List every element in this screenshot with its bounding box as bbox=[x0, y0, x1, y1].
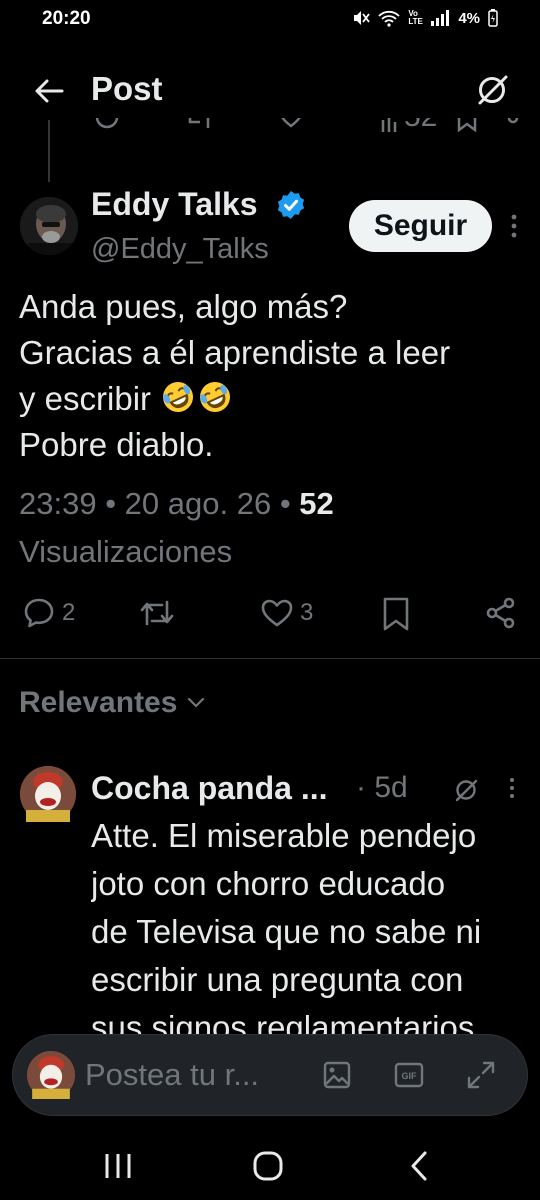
user-avatar[interactable] bbox=[27, 1051, 75, 1099]
share-icon bbox=[486, 597, 515, 629]
more-options-icon[interactable] bbox=[509, 776, 515, 800]
grok-icon[interactable] bbox=[474, 72, 510, 108]
reply-input[interactable] bbox=[85, 1055, 300, 1095]
post-text: Anda pues, algo más? Gracias a él aprend… bbox=[19, 284, 529, 468]
chevron-down-icon bbox=[188, 697, 205, 708]
post-time[interactable]: 23:39 bbox=[19, 486, 97, 521]
reply-author-avatar[interactable] bbox=[20, 766, 76, 822]
like-icon bbox=[281, 118, 301, 128]
reply-text-line: sus signos reglamentarios bbox=[91, 1009, 475, 1038]
post-text-line: Gracias a él aprendiste a leer bbox=[19, 334, 451, 371]
battery-percent: 4% bbox=[458, 9, 480, 27]
status-icons: Vo LTE 4% bbox=[352, 9, 498, 27]
reply-icon bbox=[95, 118, 119, 129]
top-app-bar: Post bbox=[0, 62, 540, 118]
previous-views-count: 52 bbox=[404, 118, 437, 134]
bookmark-button[interactable] bbox=[380, 596, 412, 632]
recent-apps-icon[interactable] bbox=[98, 1150, 138, 1182]
bookmark-icon bbox=[457, 118, 477, 132]
system-navigation-bar bbox=[0, 1130, 540, 1200]
status-bar: 20:20 Vo LTE 4% bbox=[0, 0, 540, 40]
post-text-line: y escribir bbox=[19, 376, 529, 422]
share-icon bbox=[507, 118, 519, 124]
post-date[interactable]: 20 ago. 26 bbox=[125, 486, 272, 521]
like-count: 3 bbox=[300, 599, 314, 626]
previous-post-actions: 52 bbox=[0, 118, 540, 146]
post-action-bar: 2 3 bbox=[0, 596, 540, 640]
reply-icon bbox=[24, 598, 54, 628]
reply-text-line: escribir una pregunta con bbox=[91, 961, 464, 998]
author-avatar[interactable] bbox=[20, 197, 78, 255]
reply-text-line: de Televisa que no sabe ni bbox=[91, 913, 482, 950]
bookmark-icon bbox=[383, 597, 409, 631]
reply-count: 2 bbox=[62, 599, 76, 626]
post-text-segment: y escribir bbox=[19, 380, 152, 417]
network-label: Vo LTE bbox=[408, 9, 423, 26]
user-avatar-image bbox=[27, 1051, 75, 1099]
reply-author-name[interactable]: Cocha panda ... bbox=[91, 770, 327, 807]
reply-text-line: joto con chorro educado bbox=[91, 865, 446, 902]
more-options-icon[interactable] bbox=[510, 212, 518, 240]
meta-separator: • bbox=[279, 486, 300, 521]
repost-button[interactable] bbox=[138, 596, 176, 630]
wifi-icon bbox=[378, 10, 400, 27]
author-avatar-image bbox=[20, 197, 78, 255]
back-nav-icon[interactable] bbox=[400, 1150, 440, 1182]
image-icon[interactable] bbox=[319, 1057, 355, 1093]
share-button[interactable] bbox=[484, 596, 518, 630]
views-icon bbox=[381, 118, 397, 132]
verified-badge-icon bbox=[277, 191, 305, 219]
back-arrow-icon[interactable] bbox=[32, 74, 66, 108]
reply-text: Atte. El miserable pendejo joto con chor… bbox=[91, 812, 531, 1038]
author-handle[interactable]: @Eddy_Talks bbox=[91, 233, 269, 266]
follow-button[interactable]: Seguir bbox=[349, 200, 492, 252]
home-icon[interactable] bbox=[248, 1150, 288, 1182]
grok-icon[interactable] bbox=[452, 776, 480, 804]
views-count: 52 bbox=[299, 486, 334, 521]
like-button[interactable]: 3 bbox=[260, 596, 313, 630]
rolling-on-floor-laughing-emoji-icon bbox=[163, 382, 194, 412]
battery-icon bbox=[488, 9, 498, 27]
expand-icon[interactable] bbox=[463, 1057, 499, 1093]
reply-button[interactable]: 2 bbox=[22, 596, 75, 630]
svg-text:GIF: GIF bbox=[402, 1071, 418, 1081]
post-metadata: 23:39 • 20 ago. 26 • 52 Visualizaciones bbox=[19, 480, 519, 576]
like-icon bbox=[261, 599, 293, 627]
author-name[interactable]: Eddy Talks bbox=[91, 186, 258, 223]
reply-sort-dropdown[interactable]: Relevantes bbox=[19, 686, 205, 720]
repost-icon bbox=[188, 118, 210, 128]
rolling-on-floor-laughing-emoji-icon bbox=[200, 382, 231, 412]
section-divider bbox=[0, 658, 540, 659]
meta-separator: • bbox=[105, 486, 125, 521]
reply-avatar-image bbox=[20, 766, 76, 822]
reply-timestamp[interactable]: · 5d bbox=[356, 771, 408, 805]
post-text-line: Anda pues, algo más? bbox=[19, 288, 348, 325]
post-text-line: Pobre diablo. bbox=[19, 426, 214, 463]
mute-icon bbox=[354, 11, 371, 25]
reply-text-line: Atte. El miserable pendejo bbox=[91, 817, 477, 854]
page-title: Post bbox=[91, 70, 163, 107]
reply-sort-label: Relevantes bbox=[19, 686, 178, 719]
compose-reply-bar: GIF bbox=[12, 1034, 528, 1116]
status-time: 20:20 bbox=[42, 8, 91, 29]
thread-connector-line bbox=[48, 120, 50, 182]
repost-icon bbox=[140, 600, 174, 626]
views-label: Visualizaciones bbox=[19, 534, 233, 569]
gif-icon[interactable]: GIF bbox=[391, 1057, 427, 1093]
signal-icon bbox=[431, 10, 450, 26]
